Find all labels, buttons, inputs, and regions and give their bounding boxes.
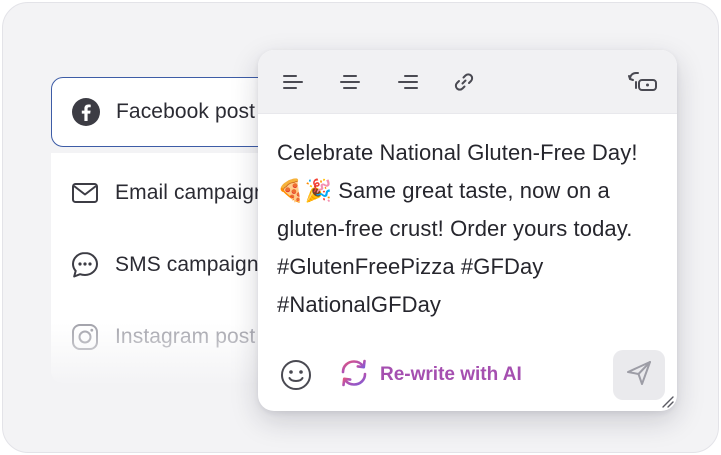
unlink-icon[interactable]	[626, 68, 660, 96]
refresh-icon	[338, 357, 370, 394]
send-icon	[624, 358, 654, 393]
channel-list: Facebook post Email campaign SMS campaig…	[51, 77, 291, 383]
align-left-icon[interactable]	[279, 68, 307, 96]
channel-item-sms[interactable]: SMS campaign	[69, 247, 259, 283]
channel-label: Facebook post	[116, 100, 256, 123]
channel-label: SMS campaign	[115, 253, 259, 276]
rewrite-with-ai-button[interactable]: Re-write with AI	[338, 358, 522, 392]
resize-handle-icon[interactable]	[660, 394, 674, 408]
facebook-icon	[70, 96, 102, 128]
card-frame: Facebook post Email campaign SMS campaig…	[2, 2, 719, 453]
post-editor: Celebrate National Gluten-Free Day! 🍕🎉 S…	[258, 50, 677, 411]
channel-menu: Email campaign SMS campaign Instagram po…	[51, 153, 291, 383]
send-button[interactable]	[613, 350, 665, 400]
emoji-icon[interactable]	[280, 359, 312, 391]
channel-label: Email campaign	[115, 181, 266, 204]
post-text-content[interactable]: Celebrate National Gluten-Free Day! 🍕🎉 S…	[277, 134, 662, 324]
instagram-icon	[69, 321, 101, 353]
chat-bubble-icon	[69, 249, 101, 281]
editor-toolbar	[258, 50, 677, 114]
channel-selected-facebook[interactable]: Facebook post	[51, 77, 291, 147]
channel-label: Instagram post	[115, 325, 256, 348]
channel-item-email[interactable]: Email campaign	[69, 175, 266, 211]
mail-icon	[69, 177, 101, 209]
link-icon[interactable]	[450, 68, 478, 96]
align-center-icon[interactable]	[336, 68, 364, 96]
align-right-icon[interactable]	[394, 68, 422, 96]
rewrite-with-ai-label: Re-write with AI	[380, 364, 522, 385]
channel-item-instagram[interactable]: Instagram post	[69, 319, 255, 355]
